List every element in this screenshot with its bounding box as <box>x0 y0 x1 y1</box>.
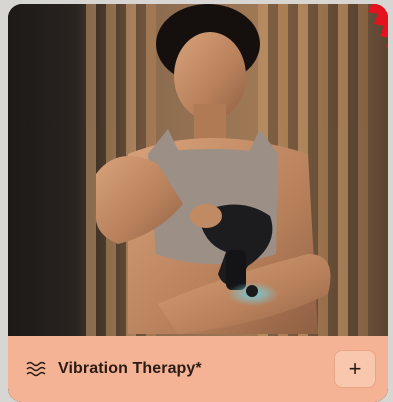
vibration-waves-icon <box>26 360 48 378</box>
badge-starburst-icon <box>368 4 388 49</box>
product-card[interactable]: Vibration Therapy* + <box>8 4 388 402</box>
add-button[interactable]: + <box>334 350 376 388</box>
card-footer-bar: Vibration Therapy* + <box>8 336 388 402</box>
feature-title: Vibration Therapy* <box>58 360 202 377</box>
